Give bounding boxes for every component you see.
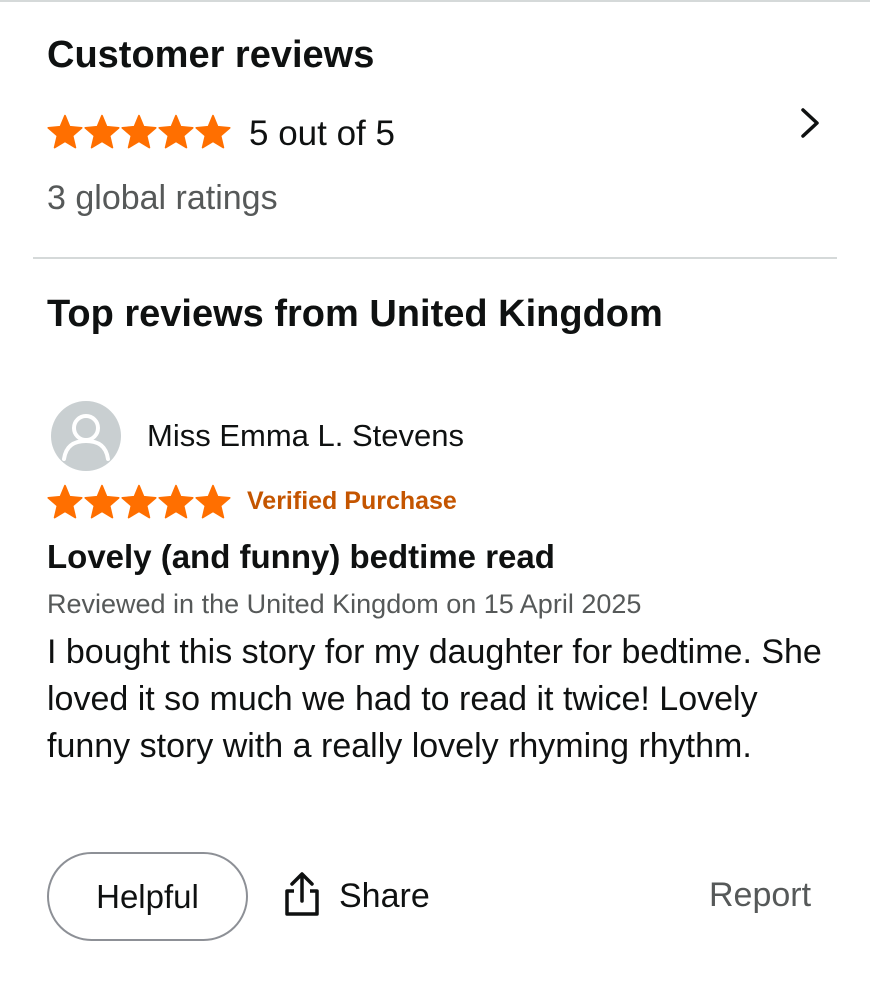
- star-icon: [47, 114, 83, 149]
- section-divider: [33, 257, 837, 259]
- verified-purchase-badge: Verified Purchase: [247, 487, 457, 515]
- chevron-right-icon[interactable]: [792, 105, 828, 141]
- star-icon: [47, 484, 83, 519]
- star-icon: [195, 114, 231, 149]
- review-star-rating: [47, 484, 231, 520]
- star-icon: [158, 114, 194, 149]
- star-icon: [195, 484, 231, 519]
- top-divider: [0, 0, 870, 2]
- star-icon: [84, 114, 120, 149]
- reviewer-name[interactable]: Miss Emma L. Stevens: [147, 418, 464, 454]
- review-body: I bought this story for my daughter for …: [47, 633, 822, 765]
- star-icon: [158, 484, 194, 519]
- user-avatar-icon: [51, 401, 121, 471]
- review-meta: Reviewed in the United Kingdom on 15 Apr…: [47, 589, 642, 619]
- star-icon: [84, 484, 120, 519]
- star-icon: [121, 114, 157, 149]
- share-label: Share: [339, 876, 430, 915]
- summary-star-rating: [47, 114, 231, 150]
- report-link[interactable]: Report: [709, 876, 811, 915]
- share-icon: [283, 871, 321, 922]
- star-icon: [121, 484, 157, 519]
- top-reviews-title: Top reviews from United Kingdom: [47, 293, 663, 335]
- share-button[interactable]: Share: [283, 870, 430, 922]
- review-title[interactable]: Lovely (and funny) bedtime read: [47, 538, 555, 576]
- customer-reviews-title: Customer reviews: [47, 34, 375, 76]
- rating-text: 5 out of 5: [249, 114, 395, 153]
- global-ratings-count: 3 global ratings: [47, 179, 278, 217]
- helpful-button[interactable]: Helpful: [47, 852, 248, 941]
